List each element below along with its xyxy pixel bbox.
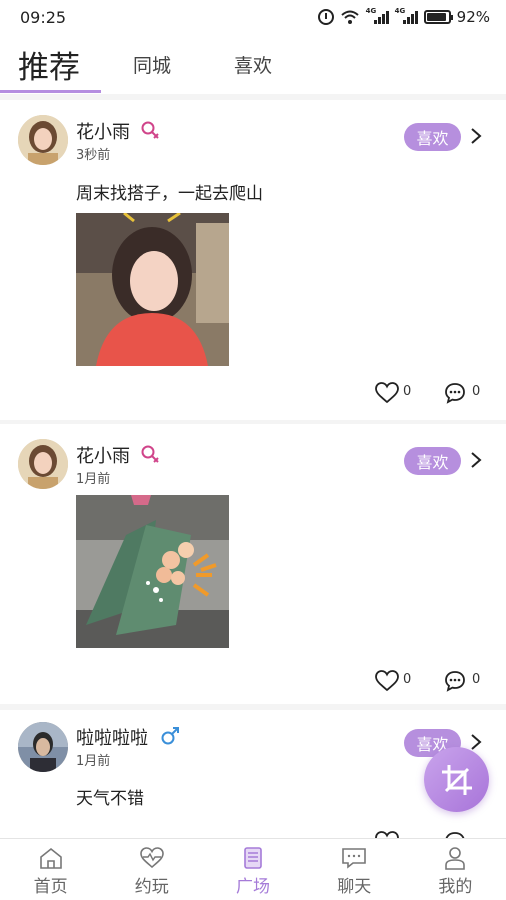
chevron-right-icon[interactable] <box>470 128 482 144</box>
female-symbol-icon <box>141 121 159 139</box>
cellular-signal-icon: 4G <box>365 7 389 24</box>
signal-type-label: 4G <box>394 7 406 15</box>
status-bar: 09:25 4G 4G 92% <box>0 0 506 34</box>
chevron-right-icon[interactable] <box>470 734 482 750</box>
comment-icon[interactable] <box>444 831 466 838</box>
comment-count: 0 <box>472 384 481 399</box>
create-post-button[interactable] <box>424 747 489 812</box>
square-doc-icon <box>244 847 262 869</box>
post-time: 1月前 <box>76 472 111 487</box>
battery-icon <box>423 10 453 24</box>
top-tabs: 推荐 同城 喜欢 <box>0 34 506 94</box>
post-photo[interactable] <box>76 495 229 648</box>
flower-bouquet-photo <box>76 495 229 648</box>
nav-chat[interactable]: 聊天 <box>304 839 405 900</box>
selfie-photo <box>76 213 229 366</box>
nav-home[interactable]: 首页 <box>0 839 101 900</box>
female-symbol-icon <box>141 445 159 463</box>
nav-label: 广场 <box>236 877 270 897</box>
post-text: 周末找搭子，一起去爬山 <box>76 184 263 204</box>
avatar[interactable] <box>18 439 68 489</box>
avatar-image <box>18 722 68 772</box>
active-tab-indicator <box>0 90 101 93</box>
avatar[interactable] <box>18 115 68 165</box>
nav-square[interactable]: 广场 <box>202 839 303 900</box>
nav-label: 聊天 <box>337 877 372 897</box>
signal-type-label: 4G <box>365 7 377 15</box>
profile-icon <box>445 847 466 870</box>
chat-icon <box>342 848 367 869</box>
like-count: 0 <box>403 384 412 399</box>
heart-icon[interactable] <box>374 381 400 405</box>
nav-label: 约玩 <box>134 877 169 897</box>
status-icons: 4G 4G 92% <box>317 7 490 26</box>
post-actions: 0 0 <box>0 669 506 693</box>
tab-liked[interactable]: 喜欢 <box>234 34 272 94</box>
heart-pulse-icon <box>139 847 164 869</box>
heart-icon[interactable] <box>374 669 400 693</box>
nav-play[interactable]: 约玩 <box>101 839 202 900</box>
like-button[interactable]: 喜欢 <box>404 447 461 475</box>
heart-icon[interactable] <box>374 830 400 838</box>
nav-label: 我的 <box>438 877 473 897</box>
post-time: 1月前 <box>76 754 111 769</box>
alarm-icon <box>317 9 334 25</box>
post-photo[interactable] <box>76 213 229 366</box>
avatar-image <box>18 115 68 165</box>
post-actions <box>0 830 506 838</box>
chevron-right-icon[interactable] <box>470 452 482 468</box>
comment-icon[interactable] <box>444 670 466 692</box>
comment-icon[interactable] <box>444 382 466 404</box>
tab-recommend[interactable]: 推荐 <box>18 34 80 94</box>
feed[interactable]: 花小雨 3秒前 喜欢 周末找搭子，一起去爬山 0 0 花小雨 1月前 喜欢 0 … <box>0 94 506 838</box>
like-count: 0 <box>403 672 412 687</box>
user-name[interactable]: 啦啦啦啦 <box>76 724 148 750</box>
battery-percent: 92% <box>456 8 490 26</box>
tab-same-city[interactable]: 同城 <box>133 34 171 94</box>
post-card[interactable]: 花小雨 1月前 喜欢 0 0 <box>0 424 506 704</box>
comment-count: 0 <box>472 672 481 687</box>
user-name[interactable]: 花小雨 <box>76 442 130 468</box>
status-time: 09:25 <box>20 7 67 27</box>
home-icon <box>39 847 62 869</box>
post-time: 3秒前 <box>76 148 111 163</box>
male-symbol-icon <box>161 727 179 745</box>
post-text: 天气不错 <box>76 789 144 809</box>
wifi-icon <box>340 10 359 24</box>
like-button[interactable]: 喜欢 <box>404 123 461 151</box>
battery-level <box>426 13 446 21</box>
bottom-nav: 首页 约玩 广场 聊天 我的 <box>0 838 506 900</box>
cellular-signal-icon: 4G <box>394 7 418 24</box>
post-actions: 0 0 <box>0 381 506 405</box>
nav-profile[interactable]: 我的 <box>405 839 506 900</box>
avatar-image <box>18 439 68 489</box>
crop-icon <box>441 764 472 795</box>
nav-label: 首页 <box>33 877 68 897</box>
user-name[interactable]: 花小雨 <box>76 118 130 144</box>
post-card[interactable]: 花小雨 3秒前 喜欢 周末找搭子，一起去爬山 0 0 <box>0 100 506 420</box>
avatar[interactable] <box>18 722 68 772</box>
